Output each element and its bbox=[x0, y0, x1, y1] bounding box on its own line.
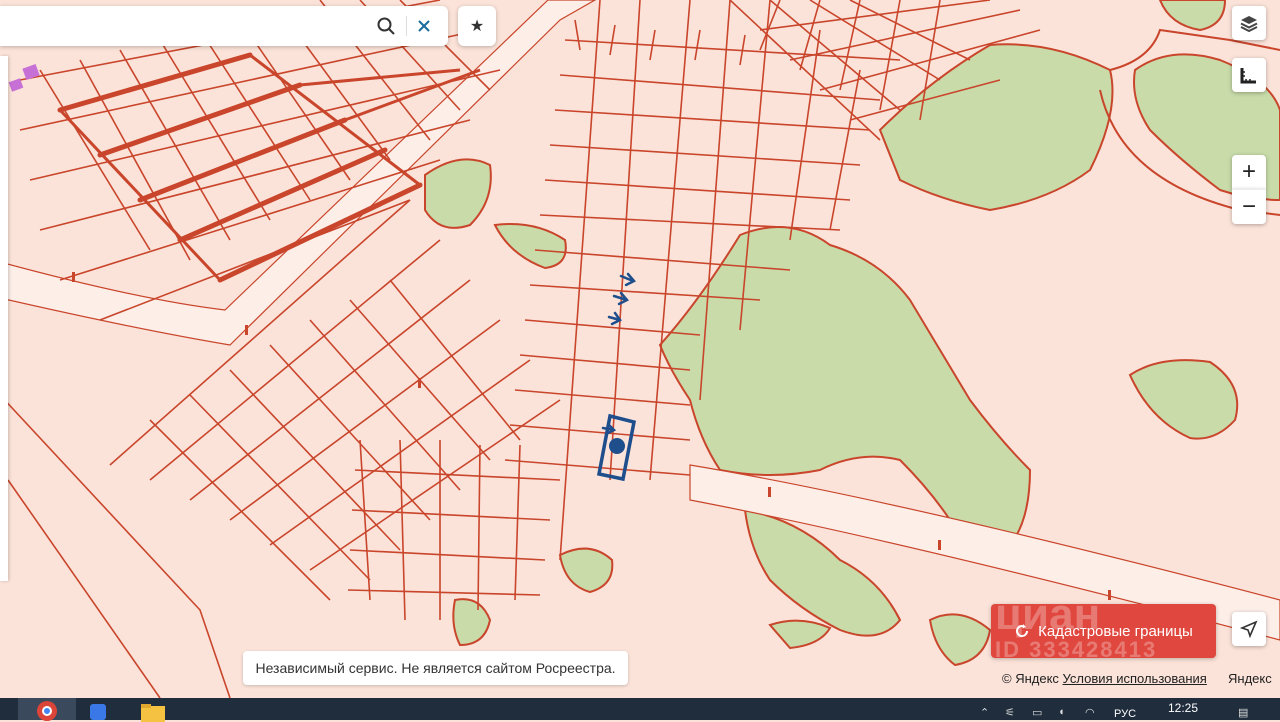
search-separator bbox=[406, 16, 407, 36]
keyboard-language[interactable]: РУС bbox=[1114, 708, 1136, 720]
os-taskbar: ⌃ ⚟ ▭ ◖ ◠ РУС 12:25 ▤ bbox=[0, 698, 1280, 722]
zoom-in-button[interactable]: + bbox=[1232, 155, 1266, 189]
ruler-icon bbox=[1240, 68, 1256, 84]
zoom-out-button[interactable]: − bbox=[1232, 189, 1266, 224]
taskbar-chrome[interactable] bbox=[18, 698, 76, 721]
tray-chevron-icon[interactable]: ⌃ bbox=[980, 706, 989, 719]
map-attribution: © Яндекс Условия использования bbox=[1002, 671, 1207, 686]
ruler-button[interactable] bbox=[1232, 58, 1266, 92]
taskbar-explorer[interactable] bbox=[140, 698, 168, 722]
chrome-icon bbox=[37, 701, 57, 721]
copyright-text: © Яндекс bbox=[1002, 671, 1059, 686]
search-bar bbox=[0, 6, 448, 46]
tray-network-icon[interactable]: ⚟ bbox=[1005, 706, 1015, 719]
plus-icon: + bbox=[1241, 158, 1256, 185]
tray-wifi-icon[interactable]: ◠ bbox=[1085, 706, 1095, 719]
folder-icon bbox=[141, 704, 165, 722]
notifications-icon[interactable]: ▤ bbox=[1238, 706, 1248, 719]
taskbar-clock[interactable]: 12:25 bbox=[1168, 701, 1198, 715]
disclaimer-notice: Независимый сервис. Не является сайтом Р… bbox=[243, 651, 628, 685]
refresh-icon bbox=[1016, 624, 1029, 637]
locate-button[interactable] bbox=[1232, 612, 1266, 646]
favorite-button[interactable]: ★ bbox=[458, 6, 496, 46]
minus-icon: − bbox=[1241, 193, 1256, 220]
cadastral-button-label: Кадастровые границы bbox=[1038, 622, 1193, 640]
cadastral-map[interactable] bbox=[0, 0, 1280, 698]
locate-icon bbox=[1240, 620, 1258, 638]
terms-link[interactable]: Условия использования bbox=[1063, 671, 1207, 686]
close-icon[interactable] bbox=[414, 16, 434, 36]
side-panel-edge[interactable] bbox=[0, 56, 8, 581]
tray-battery-icon[interactable]: ▭ bbox=[1032, 706, 1042, 719]
search-icon[interactable] bbox=[376, 16, 396, 36]
layers-icon bbox=[1240, 16, 1258, 33]
search-input[interactable] bbox=[8, 14, 372, 40]
taskbar-app[interactable] bbox=[88, 698, 112, 720]
tray-volume-icon[interactable]: ◖ bbox=[1058, 706, 1065, 718]
star-icon: ★ bbox=[469, 18, 485, 35]
location-marker-icon bbox=[609, 438, 625, 454]
map-brand: Яндекс bbox=[1228, 671, 1272, 686]
app-icon bbox=[90, 704, 106, 720]
layers-button[interactable] bbox=[1232, 6, 1266, 40]
cadastral-boundaries-button[interactable]: Кадастровые границы bbox=[991, 604, 1216, 658]
